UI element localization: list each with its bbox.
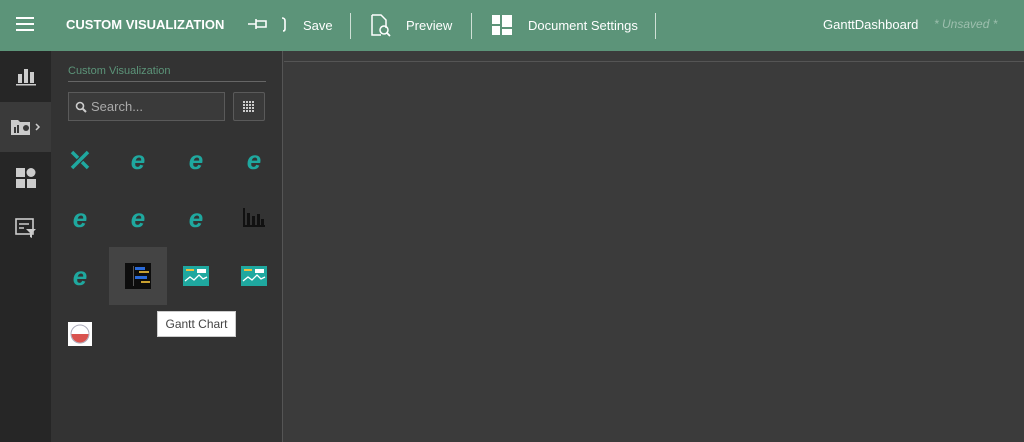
top-bar: CUSTOM VISUALIZATION Save Preview Docume… [0,0,1024,51]
divider [471,13,472,39]
visualization-item[interactable]: e [109,189,167,247]
ie-icon: e [130,202,146,233]
grid-view-button[interactable] [233,92,265,121]
rail-filters[interactable] [0,203,51,253]
unsaved-status: * Unsaved * [934,17,998,31]
custom-visual-folder-icon [10,120,40,135]
visualization-item[interactable]: e [51,189,109,247]
visualization-item[interactable]: e [51,247,109,305]
rail-custom-visualization[interactable] [0,102,51,152]
visualization-item-kpi[interactable] [167,247,225,305]
rail-widgets[interactable] [0,153,51,203]
search-icon [75,101,87,113]
pin-icon [248,17,286,32]
filter-list-icon [14,218,36,238]
document-settings-button[interactable]: Document Settings [492,10,638,40]
ie-icon: e [188,144,204,175]
kpi-icon [241,266,267,286]
visualization-item[interactable]: e [167,131,225,189]
visualization-item-gantt-chart[interactable] [109,247,167,305]
visualization-item-tools[interactable] [51,131,109,189]
divider [350,13,351,39]
bar-chart-icon [243,208,265,227]
visualization-item-gauge[interactable] [51,305,109,363]
ie-icon: e [72,202,88,233]
ie-icon: e [130,144,146,175]
ie-icon: e [188,202,204,233]
divider [655,13,656,39]
visualization-item[interactable]: e [167,189,225,247]
bar-chart-icon [15,69,36,86]
grid-icon [243,100,254,112]
layout-icon [492,15,512,35]
tools-icon [70,150,90,170]
dashboard-name: GanttDashboard [823,17,919,32]
ie-icon: e [246,144,262,175]
preview-icon [371,14,391,37]
menu-icon[interactable] [16,17,34,31]
ie-icon: e [72,260,88,291]
gantt-chart-icon [125,263,151,289]
panel-title: Custom Visualization [68,65,266,82]
save-button[interactable]: Save [248,10,333,40]
visualization-item[interactable]: e [225,131,283,189]
gauge-icon [68,322,92,346]
widgets-icon [15,168,36,188]
custom-visualization-panel: Custom Visualization Search... e e e e e… [51,51,283,442]
side-rail [0,51,51,442]
visualization-item-kpi[interactable] [225,247,283,305]
preview-button[interactable]: Preview [369,10,452,40]
visualization-item-bar-chart[interactable] [225,189,283,247]
search-input[interactable]: Search... [68,92,225,121]
visualization-item[interactable]: e [109,131,167,189]
kpi-icon [183,266,209,286]
canvas-divider [284,61,1024,62]
tooltip: Gantt Chart [157,311,236,337]
rail-charts[interactable] [0,51,51,101]
page-title: CUSTOM VISUALIZATION [66,17,225,32]
